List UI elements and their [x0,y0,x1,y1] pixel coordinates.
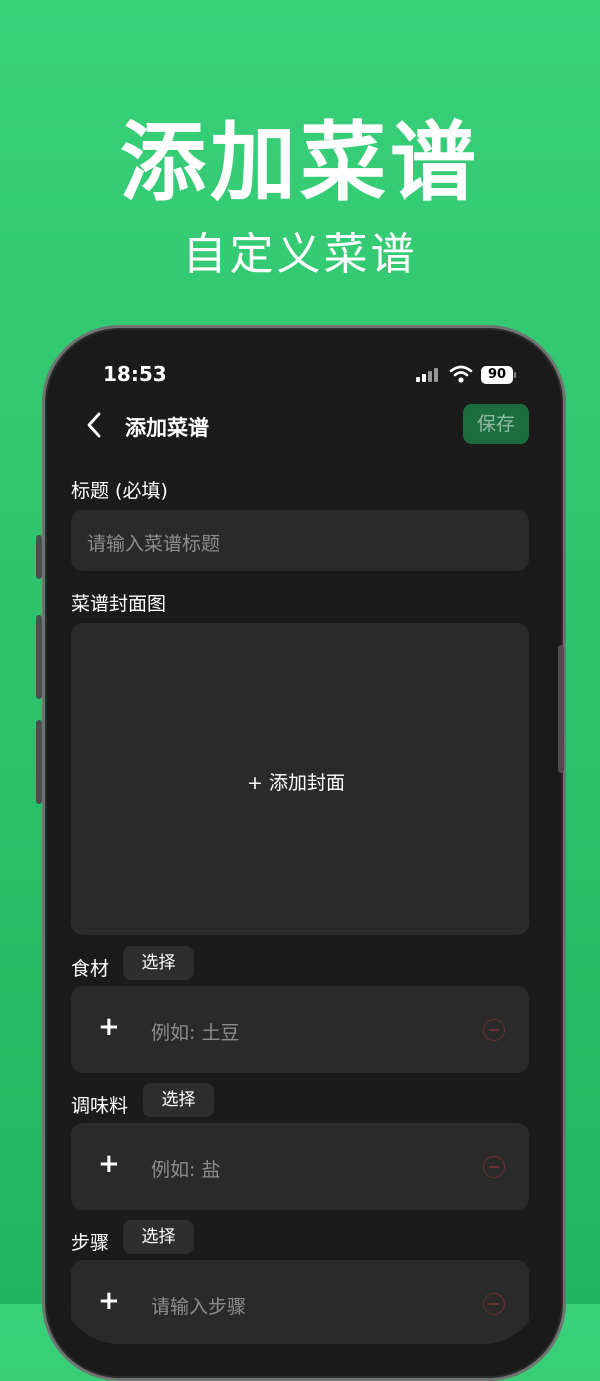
phone-action-button [36,535,42,579]
ingredients-label: 食材 [71,958,110,980]
chevron-left-icon[interactable] [83,410,107,440]
battery-indicator: 90 [481,366,513,384]
page-title: 添加菜谱 [125,416,209,440]
seasonings-label: 调味料 [71,1095,129,1117]
phone-volume-up-button [36,615,42,699]
ingredient-input[interactable]: 例如: 土豆 [151,1018,239,1045]
step-input[interactable]: 请输入步骤 [151,1292,246,1319]
title-label: 标题 (必填) [71,480,168,502]
phone-power-button [558,645,564,773]
ingredients-select-button[interactable]: 选择 [123,946,194,980]
minus-circle-icon[interactable] [483,1156,505,1178]
add-ingredient-button[interactable]: + [98,1012,120,1042]
phone-volume-down-button [36,720,42,804]
step-row: + 请输入步骤 [71,1260,529,1344]
add-seasoning-button[interactable]: + [98,1149,120,1179]
title-placeholder: 请输入菜谱标题 [87,533,221,555]
cover-label: 菜谱封面图 [71,593,167,615]
title-input[interactable]: 请输入菜谱标题 [71,510,529,571]
app-screen: 18:53 90 添加菜谱 保存 标题 (必填) 请输入菜谱标题 菜谱封面图 +… [61,344,541,1344]
seasoning-input[interactable]: 例如: 盐 [151,1155,220,1182]
save-button[interactable]: 保存 [463,404,529,444]
wifi-icon [449,365,473,383]
steps-label: 步骤 [71,1232,110,1254]
battery-tip [514,372,516,378]
seasonings-select-button[interactable]: 选择 [143,1083,214,1117]
minus-circle-icon[interactable] [483,1019,505,1041]
add-step-button[interactable]: + [98,1286,120,1316]
minus-circle-icon[interactable] [483,1293,505,1315]
status-time: 18:53 [103,362,167,386]
steps-select-button[interactable]: 选择 [123,1220,194,1254]
signal-icon [416,368,438,382]
ingredient-row: + 例如: 土豆 [71,986,529,1073]
cover-upload-area[interactable]: + 添加封面 [71,623,529,935]
add-cover-button[interactable]: + 添加封面 [247,768,345,795]
promo-title: 添加菜谱 [120,113,480,213]
seasoning-row: + 例如: 盐 [71,1123,529,1210]
promo-subtitle: 自定义菜谱 [182,229,418,280]
